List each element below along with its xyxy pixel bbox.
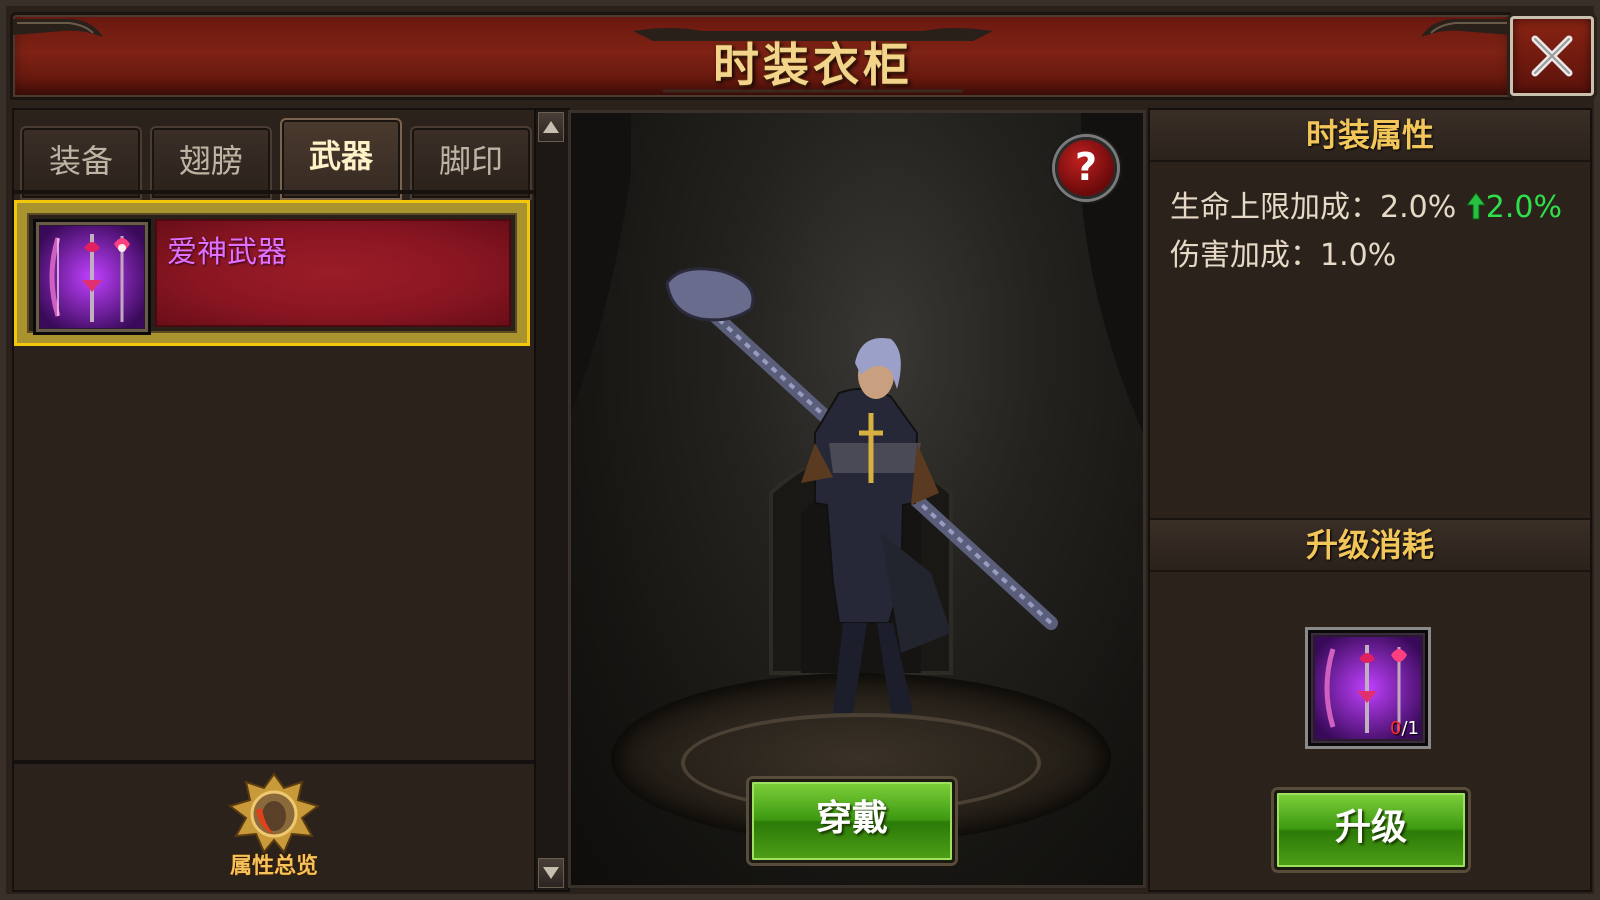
category-tabs: 装备 翅膀 武器 脚印 bbox=[20, 118, 540, 200]
stat-hp-bonus: 生命上限加成：2.0% 2.0% bbox=[1170, 182, 1562, 226]
title-bar: 时装衣柜 bbox=[10, 12, 1514, 100]
tab-weapon[interactable]: 武器 bbox=[280, 118, 402, 200]
close-button[interactable] bbox=[1510, 16, 1594, 96]
overview-panel: 属性总览 bbox=[12, 762, 536, 892]
overview-label: 属性总览 bbox=[229, 854, 318, 879]
scroll-down-button[interactable] bbox=[538, 858, 564, 888]
material-count: 0/1 bbox=[1390, 718, 1419, 739]
stat-hp-increase: 2.0% bbox=[1485, 190, 1562, 225]
help-button[interactable]: ? bbox=[1055, 137, 1117, 199]
tab-footprint[interactable]: 脚印 bbox=[410, 126, 532, 200]
list-divider bbox=[14, 190, 534, 194]
tab-equipment[interactable]: 装备 bbox=[20, 126, 142, 200]
wear-button[interactable]: 穿戴 bbox=[749, 779, 955, 863]
up-arrow-icon bbox=[1465, 192, 1486, 220]
list-item-cupid-weapon[interactable]: 爱神武器 bbox=[14, 200, 530, 346]
material-need: /1 bbox=[1401, 718, 1419, 739]
scroll-up-button[interactable] bbox=[538, 112, 564, 142]
character-model bbox=[665, 267, 1058, 713]
ornament-right bbox=[1421, 19, 1511, 37]
cupid-weapon-icon bbox=[33, 219, 151, 335]
window-title: 时装衣柜 bbox=[713, 38, 913, 92]
upgrade-button[interactable]: 升级 bbox=[1274, 790, 1468, 870]
stat-damage-bonus: 伤害加成：1.0% bbox=[1170, 238, 1397, 273]
attributes-header: 时装属性 bbox=[1150, 110, 1590, 162]
upgrade-cost-header: 升级消耗 bbox=[1150, 518, 1590, 572]
attribute-overview-button[interactable]: 属性总览 bbox=[214, 772, 334, 884]
list-scrollbar[interactable] bbox=[534, 108, 570, 892]
close-icon bbox=[1531, 35, 1573, 77]
attribute-overview-emblem bbox=[227, 772, 321, 854]
ornament-left bbox=[13, 19, 103, 37]
tab-wings[interactable]: 翅膀 bbox=[150, 126, 272, 200]
material-have: 0 bbox=[1390, 718, 1402, 739]
item-name: 爱神武器 bbox=[167, 235, 287, 270]
list-item-frame: 爱神武器 bbox=[27, 213, 517, 335]
attribute-panel: 时装属性 生命上限加成：2.0% 2.0% 伤害加成：1.0% 升级消耗 0/1 bbox=[1148, 108, 1592, 892]
stat-hp-label: 生命上限加成：2.0% bbox=[1170, 190, 1457, 225]
triangle-up-icon bbox=[543, 121, 559, 133]
triangle-down-icon bbox=[543, 867, 559, 879]
character-preview[interactable]: ? 穿戴 bbox=[568, 110, 1146, 888]
item-name-plate: 爱神武器 bbox=[155, 219, 511, 327]
fashion-list-panel: 装备 翅膀 武器 脚印 爱神武器 bbox=[12, 108, 536, 762]
upgrade-material-slot[interactable]: 0/1 bbox=[1308, 630, 1428, 746]
